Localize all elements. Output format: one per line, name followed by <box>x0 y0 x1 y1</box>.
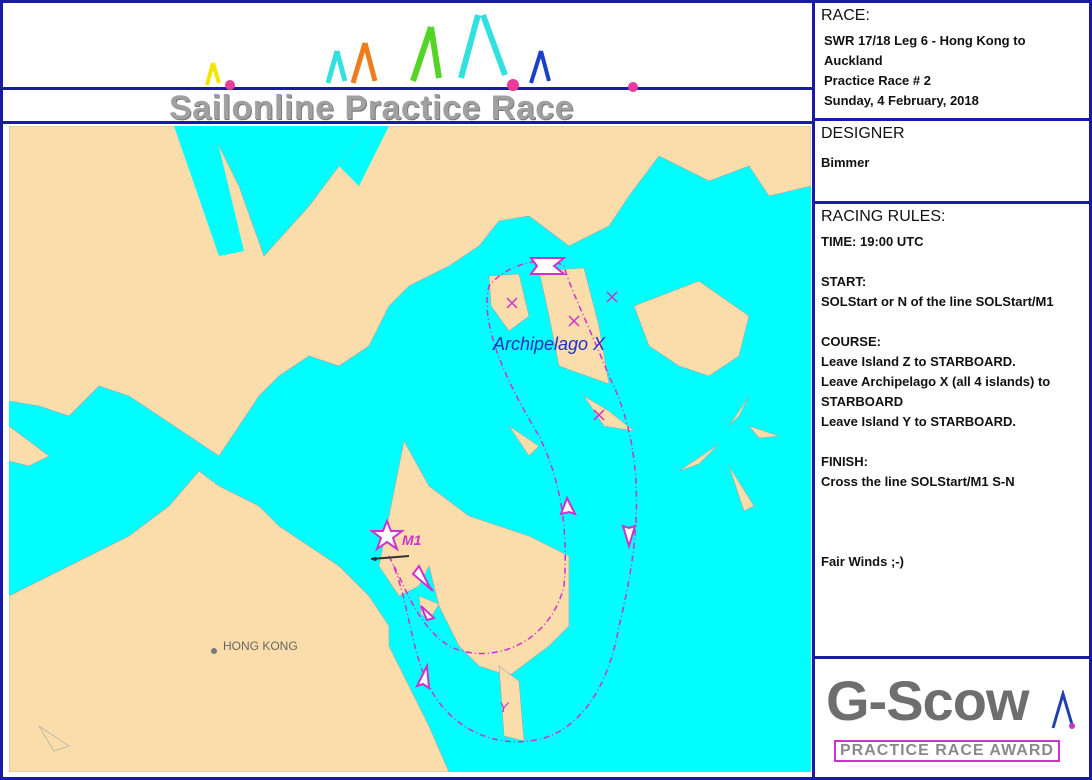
race-line-1: SWR 17/18 Leg 6 - Hong Kong to <box>824 33 1026 48</box>
award-main: G-Scow <box>826 669 1029 732</box>
rules-time: TIME: 19:00 UTC <box>821 234 924 249</box>
race-line-4: Sunday, 4 February, 2018 <box>824 93 979 108</box>
map-canvas[interactable] <box>9 126 811 772</box>
mark-m1-label: M1 <box>402 532 422 548</box>
divider-rules <box>815 656 1089 659</box>
rules-start-heading: START: <box>821 274 867 289</box>
designer-panel: DESIGNER Bimmer <box>816 121 1090 201</box>
award-sail-icon <box>1051 690 1075 729</box>
city-dot <box>211 648 217 654</box>
rules-heading: RACING RULES: <box>821 208 946 225</box>
rules-closing: Fair Winds ;-) <box>821 554 904 569</box>
race-panel: RACE: SWR 17/18 Leg 6 - Hong Kong to Auc… <box>816 3 1090 118</box>
divider-header <box>3 121 812 124</box>
rules-course-heading: COURSE: <box>821 334 881 349</box>
designer-name: Bimmer <box>821 155 870 170</box>
header: Sailonline Practice Race <box>3 3 813 121</box>
designer-heading: DESIGNER <box>821 125 905 142</box>
rules-finish-heading: FINISH: <box>821 454 868 469</box>
race-map[interactable]: HONG KONG Archipelago X M1 Y <box>9 126 811 772</box>
race-line-2: Auckland <box>824 53 883 68</box>
rules-course-line-4: Leave Island Y to STARBOARD. <box>821 414 1017 429</box>
award-logo: G-Scow PRACTICE RACE AWARD <box>816 660 1088 776</box>
rules-course-line-2: Leave Archipelago X (all 4 islands) to <box>821 374 1051 389</box>
rules-start-text: SOLStart or N of the line SOLStart/M1 <box>821 294 1054 309</box>
city-label: HONG KONG <box>223 639 298 653</box>
rules-course-line-1: Leave Island Z to STARBOARD. <box>821 354 1016 369</box>
rules-finish-text: Cross the line SOLStart/M1 S-N <box>821 474 1015 489</box>
archipelago-label: Archipelago X <box>493 334 606 354</box>
rules-course-line-3: STARBOARD <box>821 394 904 409</box>
island-y-label: Y <box>499 699 509 715</box>
rules-panel: RACING RULES: TIME: 19:00 UTC START: SOL… <box>816 204 1090 656</box>
race-heading: RACE: <box>821 7 870 24</box>
award-sub: PRACTICE RACE AWARD <box>834 740 1060 762</box>
page-title: Sailonline Practice Race <box>169 89 575 121</box>
race-line-3: Practice Race # 2 <box>824 73 931 88</box>
